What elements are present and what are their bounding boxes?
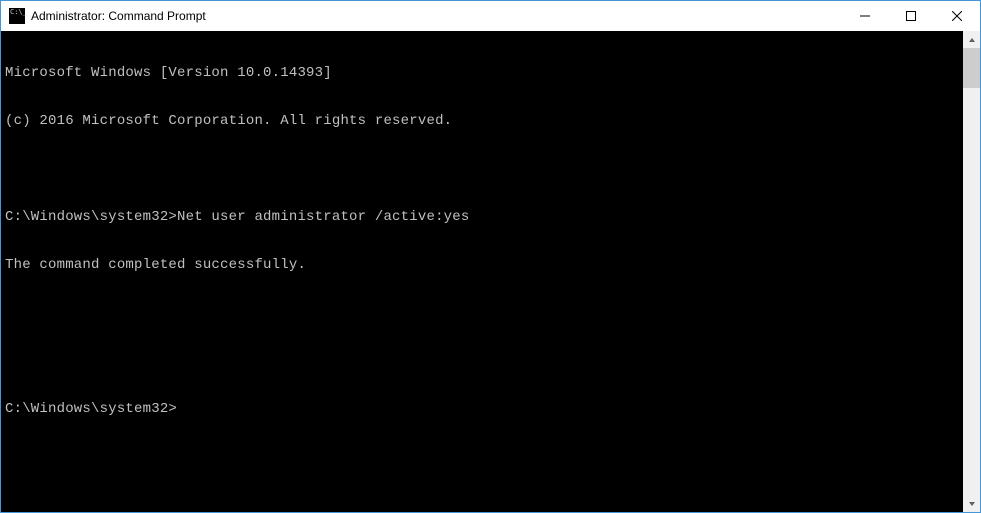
- close-icon: [952, 11, 962, 21]
- window-title: Administrator: Command Prompt: [31, 9, 842, 23]
- cmd-icon: [9, 8, 25, 24]
- terminal-output[interactable]: Microsoft Windows [Version 10.0.14393] (…: [1, 31, 963, 512]
- client-area: Microsoft Windows [Version 10.0.14393] (…: [1, 31, 980, 512]
- scrollbar-thumb[interactable]: [963, 48, 980, 88]
- maximize-icon: [906, 11, 916, 21]
- maximize-button[interactable]: [888, 1, 934, 31]
- chevron-down-icon: [968, 500, 976, 508]
- terminal-line: [5, 305, 963, 321]
- vertical-scrollbar[interactable]: [963, 31, 980, 512]
- terminal-line: The command completed successfully.: [5, 257, 963, 273]
- scrollbar-track[interactable]: [963, 48, 980, 495]
- terminal-line: [5, 161, 963, 177]
- terminal-line: Microsoft Windows [Version 10.0.14393]: [5, 65, 963, 81]
- window-controls: [842, 1, 980, 31]
- terminal-line: [5, 353, 963, 369]
- terminal-line: (c) 2016 Microsoft Corporation. All righ…: [5, 113, 963, 129]
- terminal-line: C:\Windows\system32>: [5, 401, 963, 417]
- terminal-line: C:\Windows\system32>Net user administrat…: [5, 209, 963, 225]
- titlebar[interactable]: Administrator: Command Prompt: [1, 1, 980, 31]
- minimize-icon: [860, 11, 870, 21]
- minimize-button[interactable]: [842, 1, 888, 31]
- scroll-up-button[interactable]: [963, 31, 980, 48]
- command-prompt-window: Administrator: Command Prompt Microsoft …: [0, 0, 981, 513]
- close-button[interactable]: [934, 1, 980, 31]
- chevron-up-icon: [968, 36, 976, 44]
- scroll-down-button[interactable]: [963, 495, 980, 512]
